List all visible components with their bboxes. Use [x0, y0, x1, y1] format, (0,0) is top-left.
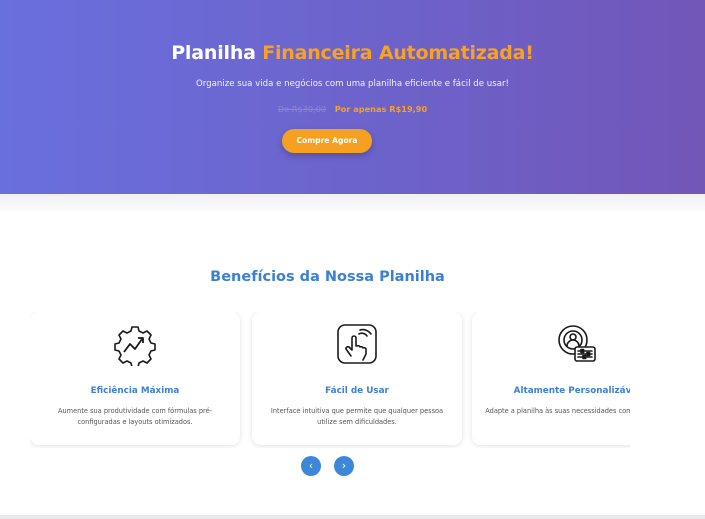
gear-growth-icon — [113, 322, 157, 368]
benefits-carousel: Eficiência Máxima Aumente sua produtivid… — [30, 312, 630, 448]
benefit-card-title: Eficiência Máxima — [90, 386, 180, 396]
benefit-card: Altamente Personalizável Adapte a planil… — [472, 312, 630, 445]
benefit-card: Fácil de Usar Interface intuitiva que pe… — [252, 312, 462, 445]
hero-subtitle: Organize sua vida e negócios com uma pla… — [196, 79, 509, 89]
touch-hand-icon — [335, 322, 379, 366]
hero-section: Planilha Financeira Automatizada! Organi… — [0, 0, 705, 194]
user-settings-icon — [555, 322, 599, 366]
section-divider — [0, 194, 705, 214]
price-row: De R$30,00 Por apenas R$19,90 — [0, 104, 705, 114]
benefit-card-description: Aumente sua produtividade com fórmulas p… — [57, 407, 213, 426]
hero-title-main: Planilha — [171, 42, 263, 64]
hero-title: Planilha Financeira Automatizada! — [0, 42, 705, 64]
carousel-prev-button[interactable]: ‹ — [301, 456, 321, 476]
old-price: De R$30,00 — [277, 104, 327, 114]
benefits-title: Benefícios da Nossa Planilha — [210, 269, 445, 285]
new-price: Por apenas R$19,90 — [334, 104, 428, 114]
benefit-card-title: Fácil de Usar — [325, 386, 389, 396]
benefit-card-description: Interface intuitiva que permite que qual… — [270, 407, 444, 426]
benefit-card: Eficiência Máxima Aumente sua produtivid… — [30, 312, 240, 445]
buy-now-button[interactable]: Compre Agora — [282, 129, 372, 153]
hero-title-accent: Financeira Automatizada! — [262, 42, 534, 64]
benefit-card-title: Altamente Personalizável — [513, 386, 630, 396]
page-bottom-divider — [0, 515, 705, 519]
carousel-next-button[interactable]: › — [334, 456, 354, 476]
benefit-card-description: Adapte a planilha às suas necessidades c… — [485, 407, 630, 415]
